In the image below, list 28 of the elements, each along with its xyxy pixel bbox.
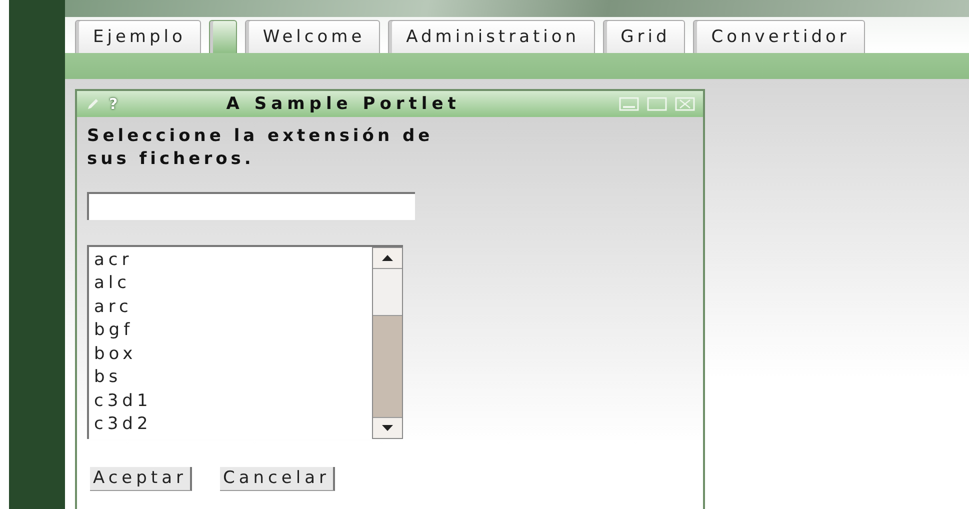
minimize-icon[interactable] (619, 96, 639, 111)
form-button[interactable]: Aceptar (90, 466, 192, 491)
tab[interactable]: Convertidor (693, 20, 865, 53)
scrollbar[interactable] (372, 246, 403, 439)
portlet-title: A Sample Portlet (225, 94, 462, 114)
scrollbar-thumb[interactable] (373, 268, 402, 316)
tab[interactable]: Administration (388, 20, 595, 53)
prompt-text: Seleccione la extensión de sus ficheros. (87, 124, 434, 171)
extension-listbox[interactable]: acr alc arc bgf box bs c3d1 c3d2 (87, 244, 403, 439)
extension-input[interactable] (87, 192, 415, 220)
scroll-up-button[interactable] (373, 248, 402, 269)
list-item[interactable]: alc (94, 272, 367, 296)
list-item[interactable]: arc (94, 296, 367, 320)
maximize-icon[interactable] (647, 96, 667, 111)
list-item[interactable]: bs (94, 366, 367, 390)
list-item[interactable]: c3d1 (94, 390, 367, 414)
list-item[interactable]: box (94, 342, 367, 366)
close-icon[interactable] (675, 96, 695, 111)
tab[interactable]: Ejemplo (75, 20, 201, 53)
tab[interactable]: Grid (602, 20, 686, 53)
list-item[interactable]: bgf (94, 319, 367, 343)
pencil-icon[interactable] (85, 96, 101, 111)
list-item[interactable]: c3d2 (94, 413, 367, 437)
tab[interactable]: Welcome (244, 20, 380, 53)
list-item[interactable]: acr (94, 248, 367, 272)
tab[interactable] (208, 20, 237, 53)
form-button[interactable]: Cancelar (220, 466, 335, 491)
scroll-down-button[interactable] (373, 416, 402, 438)
